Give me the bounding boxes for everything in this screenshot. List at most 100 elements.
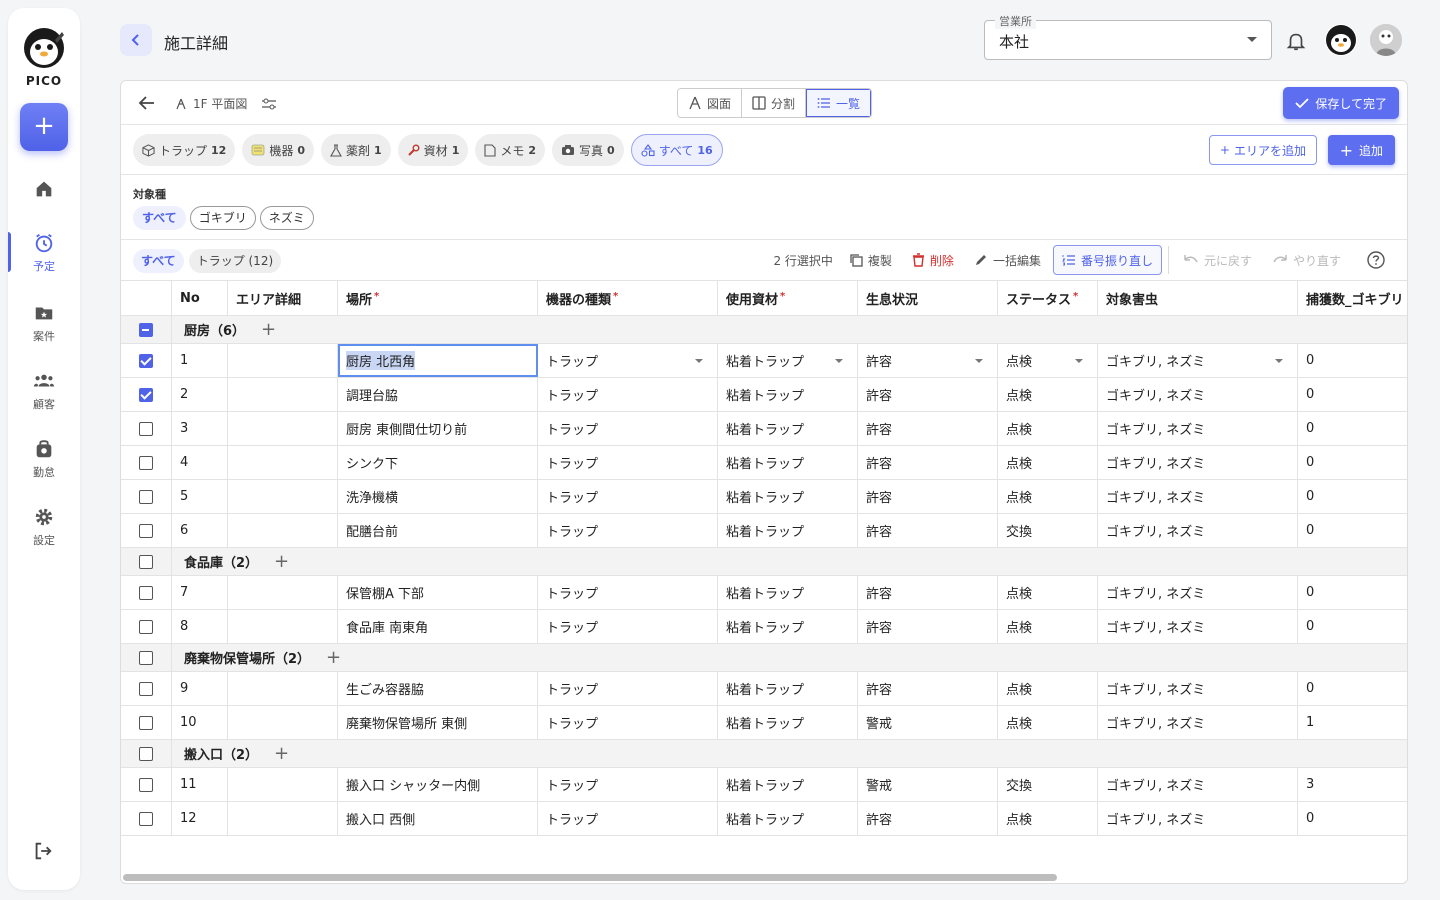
cell-habitat[interactable]: 許容 xyxy=(858,610,998,643)
add-button[interactable]: + 追加 xyxy=(1327,135,1395,165)
notification-button[interactable] xyxy=(1285,30,1307,56)
cell-pest[interactable]: ゴキブリ, ネズミ xyxy=(1098,446,1298,479)
table-row[interactable]: 11 搬入口 シャッター内側 トラップ 粘着トラップ 警戒 交換 ゴキブリ, ネズミ 3 xyxy=(121,768,1407,802)
cell-material[interactable]: 粘着トラップ xyxy=(718,802,858,835)
cell-area[interactable] xyxy=(228,378,338,411)
cell-material[interactable]: 粘着トラップ xyxy=(718,412,858,445)
cell-material[interactable]: 粘着トラップ xyxy=(718,378,858,411)
cell-pest[interactable]: ゴキブリ, ネズミ xyxy=(1098,412,1298,445)
table-row[interactable]: 4 シンク下 トラップ 粘着トラップ 許容 点検 ゴキブリ, ネズミ 0 xyxy=(121,446,1407,480)
cell-pest[interactable]: ゴキブリ, ネズミ xyxy=(1098,610,1298,643)
cell-place[interactable]: 廃棄物保管場所 東側 xyxy=(338,706,538,739)
cell-status[interactable]: 点検 xyxy=(998,446,1098,479)
help-button[interactable] xyxy=(1359,245,1393,275)
cell-habitat[interactable]: 警戒 xyxy=(858,768,998,801)
cell-place[interactable]: 食品庫 南東角 xyxy=(338,610,538,643)
cell-place[interactable]: 調理台脇 xyxy=(338,378,538,411)
dropdown-caret-icon[interactable] xyxy=(835,359,843,363)
group-add-icon[interactable]: + xyxy=(274,551,289,572)
cell-type[interactable]: トラップ xyxy=(538,378,718,411)
row-checkbox[interactable] xyxy=(139,523,153,538)
cell-count[interactable]: 0 xyxy=(1298,344,1407,377)
cell-status[interactable]: 点検 xyxy=(998,672,1098,705)
group-checkbox[interactable] xyxy=(139,650,153,665)
cell-habitat[interactable]: 許容 xyxy=(858,672,998,705)
cell-place[interactable]: 生ごみ容器脇 xyxy=(338,672,538,705)
add-area-button[interactable]: + エリアを追加 xyxy=(1208,135,1317,165)
cell-area[interactable] xyxy=(228,514,338,547)
target-chip-cockroach[interactable]: ゴキブリ xyxy=(189,206,256,230)
cell-status[interactable]: 点検 xyxy=(998,480,1098,513)
cell-no[interactable]: 6 xyxy=(172,514,228,547)
cell-status[interactable]: 交換 xyxy=(998,514,1098,547)
column-header[interactable]: エリア詳細 xyxy=(228,281,338,315)
row-checkbox[interactable] xyxy=(139,353,153,368)
cell-count[interactable]: 0 xyxy=(1298,514,1407,547)
cell-type[interactable]: トラップ xyxy=(538,802,718,835)
cell-area[interactable] xyxy=(228,802,338,835)
create-button[interactable]: + xyxy=(20,103,68,151)
cell-habitat[interactable]: 許容 xyxy=(858,378,998,411)
row-checkbox[interactable] xyxy=(139,585,153,600)
office-select[interactable]: 営業所 本社 xyxy=(984,13,1272,60)
cell-habitat[interactable]: 許容 xyxy=(858,480,998,513)
sidebar-item-projects[interactable]: 案件 xyxy=(8,302,80,344)
cell-count[interactable]: 0 xyxy=(1298,480,1407,513)
group-checkbox[interactable] xyxy=(139,322,153,337)
cell-place[interactable]: 洗浄機横 xyxy=(338,480,538,513)
cell-pest[interactable]: ゴキブリ, ネズミ xyxy=(1098,344,1298,377)
cell-no[interactable]: 5 xyxy=(172,480,228,513)
target-chip-rat[interactable]: ネズミ xyxy=(259,206,314,230)
cell-area[interactable] xyxy=(228,480,338,513)
group-checkbox[interactable] xyxy=(139,554,153,569)
horizontal-scrollbar[interactable] xyxy=(123,874,1057,881)
row-checkbox[interactable] xyxy=(139,811,153,826)
cell-pest[interactable]: ゴキブリ, ネズミ xyxy=(1098,706,1298,739)
category-chip[interactable]: 薬剤 1 xyxy=(321,134,391,166)
user-avatar[interactable] xyxy=(1370,24,1402,56)
column-header[interactable]: 使用資材 * xyxy=(718,281,858,315)
header-back-button[interactable] xyxy=(120,24,152,56)
category-chip[interactable]: 写真 0 xyxy=(552,134,624,166)
cell-status[interactable]: 点検 xyxy=(998,378,1098,411)
table-row[interactable]: 8 食品庫 南東角 トラップ 粘着トラップ 許容 点検 ゴキブリ, ネズミ 0 xyxy=(121,610,1407,644)
view-map-button[interactable]: 図面 xyxy=(678,89,743,117)
column-header[interactable]: 捕獲数_ゴキブリ xyxy=(1298,281,1407,315)
undo-button[interactable]: 元に戻す xyxy=(1175,245,1260,275)
settings-sliders-icon[interactable] xyxy=(261,97,277,111)
cell-no[interactable]: 8 xyxy=(172,610,228,643)
delete-button[interactable]: 削除 xyxy=(904,245,962,275)
cell-habitat[interactable]: 許容 xyxy=(858,412,998,445)
renumber-button[interactable]: 番号振り直し xyxy=(1052,245,1162,275)
target-chip-all[interactable]: すべて xyxy=(133,206,186,230)
cell-no[interactable]: 4 xyxy=(172,446,228,479)
cell-habitat[interactable]: 許容 xyxy=(858,576,998,609)
cell-no[interactable]: 7 xyxy=(172,576,228,609)
cell-place[interactable]: 厨房 北西角 xyxy=(338,344,538,377)
cell-area[interactable] xyxy=(228,610,338,643)
group-checkbox[interactable] xyxy=(139,746,153,761)
cell-pest[interactable]: ゴキブリ, ネズミ xyxy=(1098,480,1298,513)
cell-area[interactable] xyxy=(228,446,338,479)
cell-status[interactable]: 点検 xyxy=(998,576,1098,609)
cell-habitat[interactable]: 許容 xyxy=(858,514,998,547)
panel-back-button[interactable] xyxy=(137,93,157,117)
cell-count[interactable]: 0 xyxy=(1298,802,1407,835)
cell-count[interactable]: 1 xyxy=(1298,706,1407,739)
dropdown-caret-icon[interactable] xyxy=(695,359,703,363)
cell-material[interactable]: 粘着トラップ xyxy=(718,768,858,801)
category-chip[interactable]: 資材 1 xyxy=(397,134,469,166)
cell-type[interactable]: トラップ xyxy=(538,344,718,377)
group-add-icon[interactable]: + xyxy=(326,647,341,668)
cell-material[interactable]: 粘着トラップ xyxy=(718,706,858,739)
sidebar-item-schedule[interactable]: 予定 xyxy=(8,232,80,274)
cell-pest[interactable]: ゴキブリ, ネズミ xyxy=(1098,576,1298,609)
cell-place[interactable]: 厨房 東側間仕切り前 xyxy=(338,412,538,445)
view-split-button[interactable]: 分割 xyxy=(742,89,807,117)
column-header[interactable]: 機器の種類 * xyxy=(538,281,718,315)
cell-status[interactable]: 点検 xyxy=(998,802,1098,835)
cell-pest[interactable]: ゴキブリ, ネズミ xyxy=(1098,378,1298,411)
table-row[interactable]: 9 生ごみ容器脇 トラップ 粘着トラップ 許容 点検 ゴキブリ, ネズミ 0 xyxy=(121,672,1407,706)
group-add-icon[interactable]: + xyxy=(261,319,276,340)
cell-area[interactable] xyxy=(228,706,338,739)
